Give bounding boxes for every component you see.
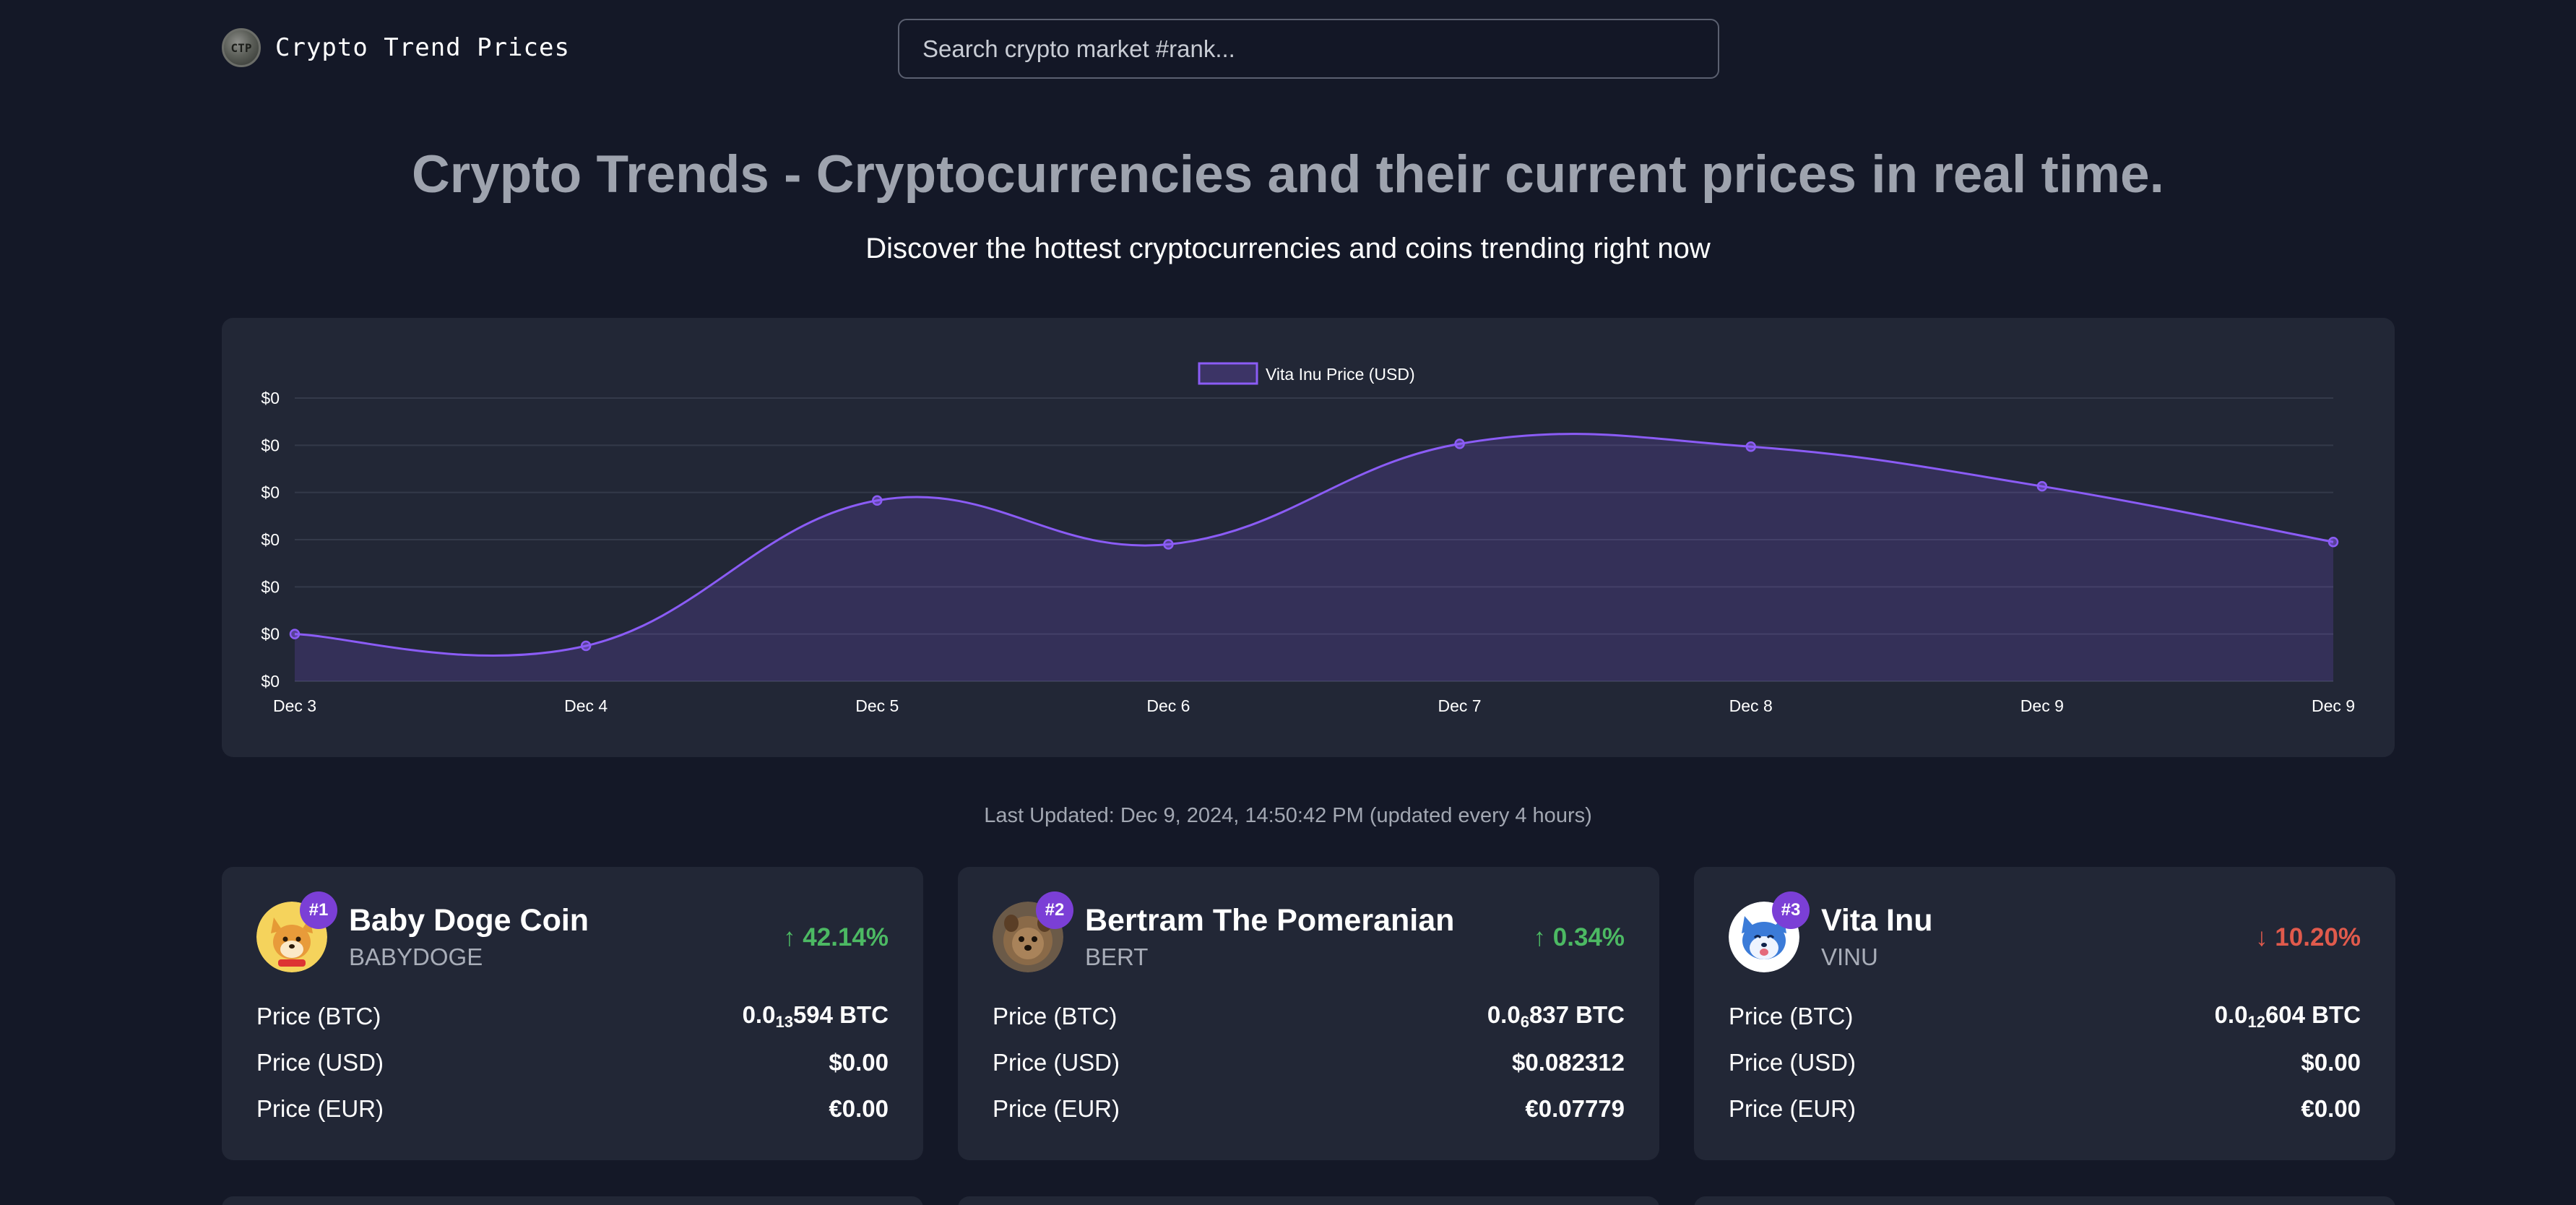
y-tick-label: $0 [261,530,280,549]
price-eur-value: €0.07779 [1525,1095,1625,1122]
data-point [872,495,883,506]
price-change: ↑ 42.14% [783,923,889,951]
rank-badge: #2 [1036,891,1073,929]
x-tick-label: Dec 4 [564,696,608,715]
legend-swatch [1198,362,1258,385]
price-btc-value: 0.06837 BTC [1487,1001,1625,1031]
price-usd-label: Price (USD) [1729,1049,1857,1076]
site-logo[interactable]: CTP Crypto Trend Prices [222,28,570,67]
price-usd-value: $0.082312 [1512,1049,1625,1076]
page-title: Crypto Trends - Cryptocurrencies and the… [412,145,2164,204]
x-tick-label: Dec 9 [2312,696,2355,715]
data-point [1163,539,1174,550]
price-eur-row: Price (EUR) €0.07779 [993,1091,1625,1127]
site-title: Crypto Trend Prices [275,33,570,62]
price-usd-value: $0.00 [829,1049,889,1076]
x-tick-label: Dec 5 [855,696,899,715]
price-eur-row: Price (EUR) €0.00 [256,1091,889,1127]
price-eur-value: €0.00 [829,1095,889,1122]
price-usd-label: Price (USD) [256,1049,384,1076]
data-point [580,640,592,652]
price-eur-label: Price (EUR) [256,1095,384,1122]
price-eur-label: Price (EUR) [993,1095,1120,1122]
price-usd-row: Price (USD) $0.082312 [993,1045,1625,1081]
coin-symbol: BABYDOGE [349,943,483,970]
y-tick-label: $0 [261,389,280,407]
coin-name[interactable]: Vita Inu [1821,903,1933,938]
price-btc-row: Price (BTC) 0.06837 BTC [993,998,1625,1035]
page: CTP Crypto Trend Prices Crypto Trends - … [0,0,2576,1205]
price-usd-value: $0.00 [2301,1049,2361,1076]
search-input[interactable] [898,19,1719,79]
rank-badge: #1 [300,891,337,929]
price-btc-row: Price (BTC) 0.013594 BTC [256,998,889,1035]
x-tick-label: Dec 3 [273,696,316,715]
price-btc-label: Price (BTC) [993,1003,1118,1029]
price-eur-value: €0.00 [2301,1095,2361,1122]
price-usd-row: Price (USD) $0.00 [1729,1045,2361,1081]
coin-card[interactable] [1694,1196,2395,1205]
rank-badge: #3 [1772,891,1810,929]
price-usd-label: Price (USD) [993,1049,1120,1076]
data-point [289,629,301,639]
last-updated-text: Last Updated: Dec 9, 2024, 14:50:42 PM (… [984,804,1592,827]
y-tick-label: $0 [261,672,280,691]
y-tick-label: $0 [261,577,280,596]
legend-label: Vita Inu Price (USD) [1266,365,1415,384]
coin-name[interactable]: Baby Doge Coin [349,903,589,938]
price-btc-row: Price (BTC) 0.012604 BTC [1729,998,2361,1035]
data-point [2328,537,2339,548]
price-change: ↓ 10.20% [2255,923,2361,951]
coin-card-vinu[interactable]: #3 Vita Inu VINU ↓ 10.20% Price (BTC) 0.… [1694,867,2395,1160]
y-tick-label: $0 [261,436,280,454]
price-btc-value: 0.013594 BTC [742,1001,889,1031]
coin-card[interactable] [222,1196,923,1205]
y-tick-label: $0 [261,483,280,502]
price-btc-value: 0.012604 BTC [2214,1001,2361,1031]
y-tick-label: $0 [261,625,280,644]
price-eur-label: Price (EUR) [1729,1095,1857,1122]
x-tick-label: Dec 6 [1146,696,1190,715]
x-tick-label: Dec 7 [1438,696,1482,715]
x-tick-label: Dec 9 [2020,696,2064,715]
data-point [2036,480,2048,492]
data-point [1745,441,1756,452]
price-btc-label: Price (BTC) [1729,1003,1854,1029]
price-eur-row: Price (EUR) €0.00 [1729,1091,2361,1127]
coin-card-bert[interactable]: #2 Bertram The Pomeranian BERT ↑ 0.34% P… [958,867,1659,1160]
price-usd-row: Price (USD) $0.00 [256,1045,889,1081]
coin-card-babydoge[interactable]: #1 Baby Doge Coin BABYDOGE ↑ 42.14% Pric… [222,867,923,1160]
logo-coin-icon: CTP [222,28,261,67]
data-point [1454,439,1465,449]
x-tick-label: Dec 8 [1729,696,1773,715]
coin-card[interactable] [958,1196,1659,1205]
page-subtitle: Discover the hottest cryptocurrencies an… [865,233,1711,264]
series-area [295,433,2333,681]
coin-symbol: BERT [1085,943,1149,970]
price-chart-card: $0 $0 $0 $0 $0 $0 $0 Dec 3 Dec 4 Dec 5 Dec 6 Dec 7 D… [222,318,2395,757]
price-btc-label: Price (BTC) [256,1003,381,1029]
price-chart[interactable]: $0 $0 $0 $0 $0 $0 $0 Dec 3 Dec 4 Dec 5 Dec 6 Dec 7 D… [222,318,2395,757]
coin-name[interactable]: Bertram The Pomeranian [1085,903,1454,938]
coin-symbol: VINU [1821,943,1878,970]
price-change: ↑ 0.34% [1533,923,1625,951]
